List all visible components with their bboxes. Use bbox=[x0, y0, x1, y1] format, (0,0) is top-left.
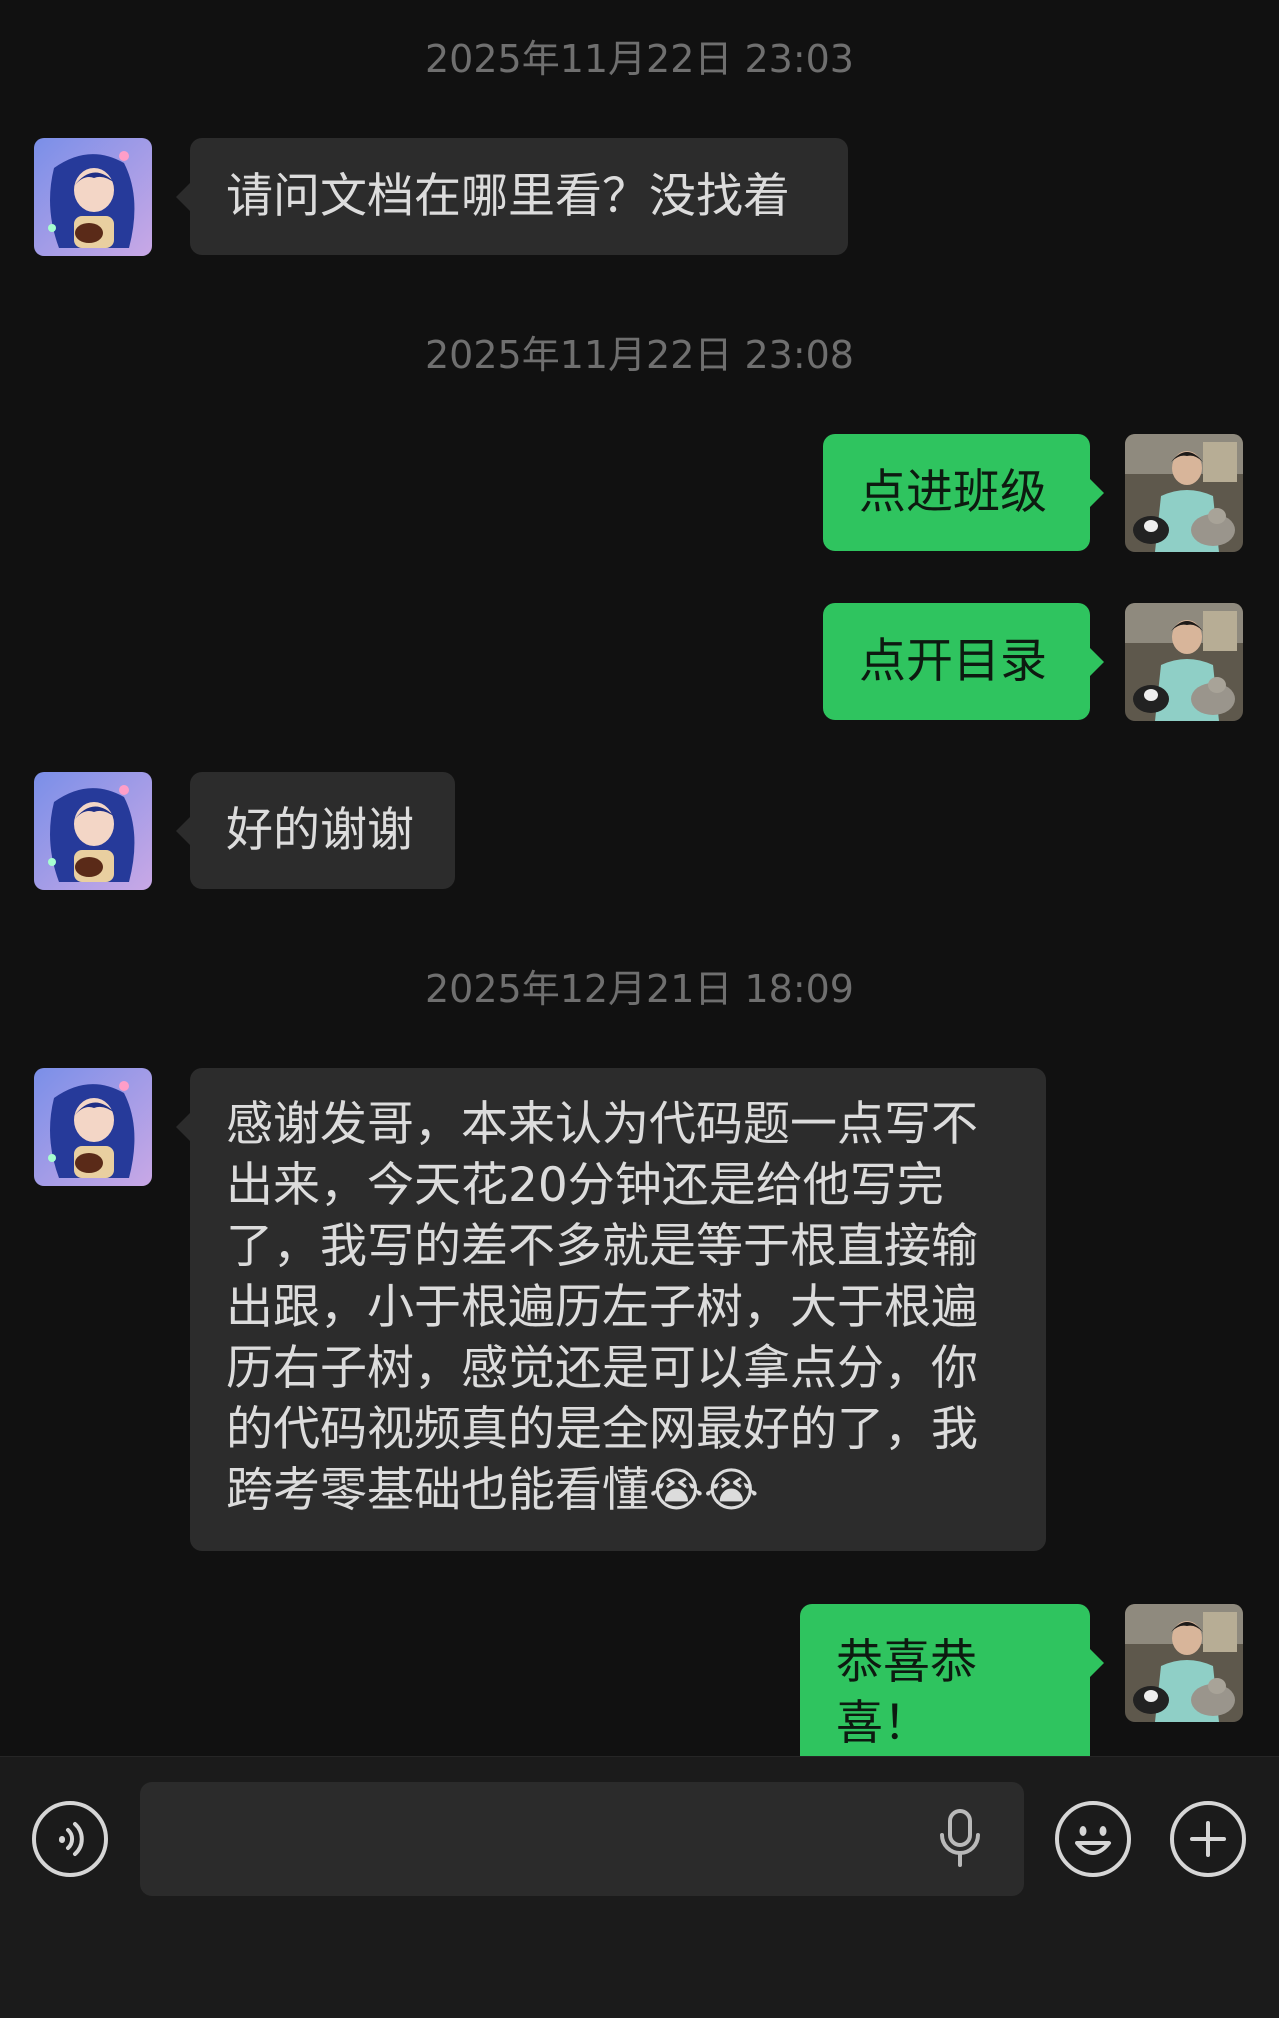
message-bubble-outgoing[interactable]: 点进班级 bbox=[823, 434, 1104, 551]
self-avatar[interactable] bbox=[1125, 434, 1243, 552]
contact-avatar[interactable] bbox=[34, 772, 152, 890]
chat-message-list[interactable]: 2025年11月22日 23:03 请问文档在哪里看？没找着 2025年11月2… bbox=[0, 0, 1279, 1782]
message-text: 好的谢谢 bbox=[226, 803, 414, 858]
chat-input-bar bbox=[0, 1756, 1279, 2018]
message-bubble-outgoing[interactable]: 点开目录 bbox=[823, 603, 1104, 720]
message-text: 恭喜恭喜！ bbox=[836, 1635, 977, 1751]
message-bubble-incoming[interactable]: 请问文档在哪里看？没找着 bbox=[176, 138, 848, 255]
self-avatar[interactable] bbox=[1125, 603, 1243, 721]
voice-toggle-button[interactable] bbox=[32, 1801, 108, 1877]
message-text: 感谢发哥，本来认为代码题一点写不出来，今天花20分钟还是给他写完了，我写的差不多… bbox=[226, 1097, 978, 1518]
timestamp: 2025年12月21日 18:09 bbox=[424, 967, 854, 1011]
more-actions-button[interactable] bbox=[1170, 1801, 1246, 1877]
message-text: 点开目录 bbox=[859, 634, 1047, 689]
voice-icon bbox=[59, 1822, 84, 1856]
timestamp: 2025年11月22日 23:03 bbox=[424, 37, 854, 81]
contact-avatar[interactable] bbox=[34, 1068, 152, 1186]
message-bubble-incoming[interactable]: 好的谢谢 bbox=[176, 772, 455, 889]
microphone-icon bbox=[940, 1809, 980, 1867]
message-text: 请问文档在哪里看？没找着 bbox=[226, 169, 790, 224]
self-avatar[interactable] bbox=[1125, 1604, 1243, 1722]
contact-avatar[interactable] bbox=[34, 138, 152, 256]
emoji-button[interactable] bbox=[1055, 1801, 1131, 1877]
timestamp: 2025年11月22日 23:08 bbox=[424, 333, 854, 377]
message-input[interactable] bbox=[140, 1782, 1024, 1896]
microphone-button[interactable] bbox=[930, 1807, 990, 1871]
plus-icon bbox=[1190, 1821, 1226, 1857]
message-bubble-incoming[interactable]: 感谢发哥，本来认为代码题一点写不出来，今天花20分钟还是给他写完了，我写的差不多… bbox=[176, 1068, 1046, 1551]
emoji-icon bbox=[1075, 1826, 1111, 1855]
message-text: 点进班级 bbox=[859, 465, 1047, 520]
